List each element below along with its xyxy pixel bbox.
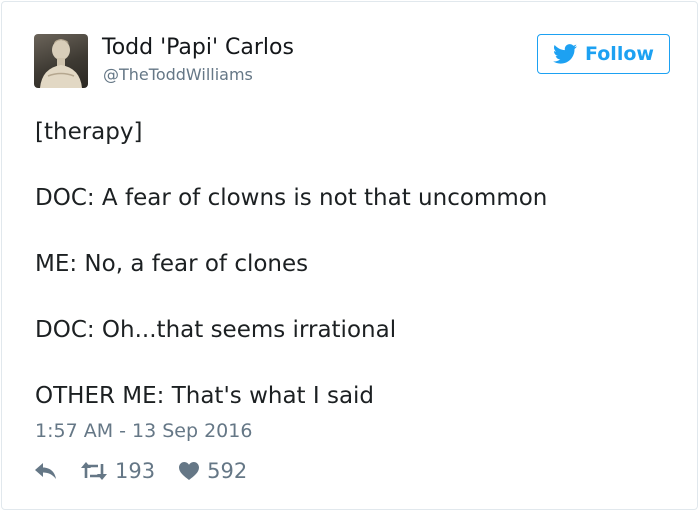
avatar-statue-image: [40, 39, 82, 88]
follow-label: Follow: [585, 43, 654, 65]
tweet-text-line: [therapy]: [35, 119, 143, 145]
tweet-text-line: DOC: Oh...that seems irrational: [35, 317, 397, 343]
tweet-card: Todd 'Papi' Carlos @TheToddWilliams Foll…: [1, 1, 698, 510]
retweet-icon: [81, 462, 107, 480]
tweet-text-line: DOC: A fear of clowns is not that uncomm…: [35, 185, 548, 211]
reply-icon: [35, 463, 56, 479]
retweet-button[interactable]: 193: [81, 459, 155, 483]
tweet-text-line: OTHER ME: That's what I said: [35, 383, 375, 409]
follow-button[interactable]: Follow: [537, 34, 670, 74]
tweet-timestamp[interactable]: 1:57 AM - 13 Sep 2016: [35, 420, 252, 442]
tweet-text-line: ME: No, a fear of clones: [35, 251, 309, 277]
avatar[interactable]: [34, 34, 88, 88]
user-handle[interactable]: @TheToddWilliams: [103, 65, 253, 84]
tweet-actions: 193 592: [35, 457, 247, 485]
reply-button[interactable]: [35, 463, 57, 479]
like-count: 592: [207, 459, 248, 483]
twitter-bird-icon: [553, 44, 578, 64]
display-name[interactable]: Todd 'Papi' Carlos: [102, 35, 294, 60]
like-button[interactable]: 592: [179, 459, 247, 483]
retweet-count: 193: [115, 459, 156, 483]
heart-icon: [179, 462, 200, 480]
